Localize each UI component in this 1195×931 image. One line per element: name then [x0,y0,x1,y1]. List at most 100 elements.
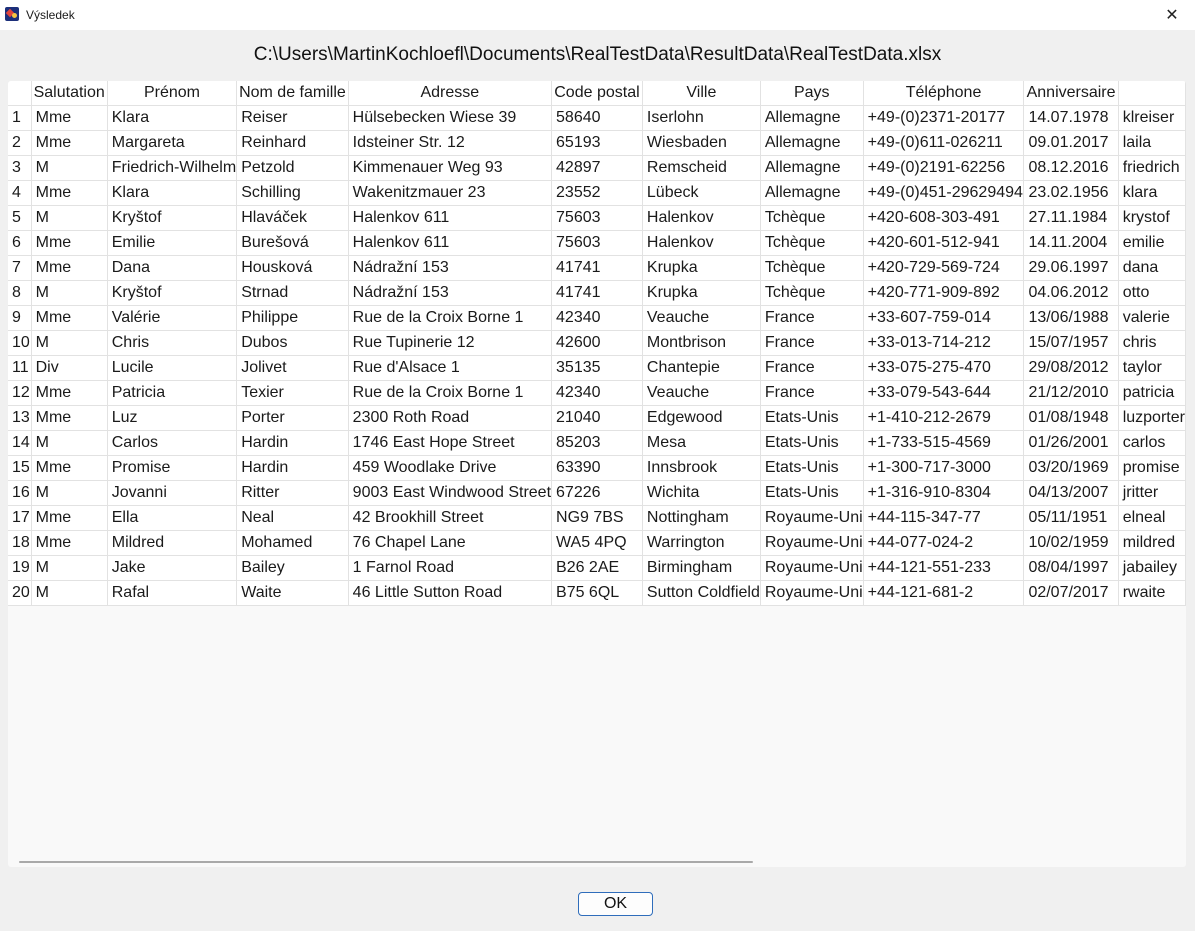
table-cell[interactable]: France [760,380,864,406]
table-cell[interactable]: Friedrich-Wilhelm [107,155,238,181]
table-cell[interactable]: Innsbrook [642,455,761,481]
column-header[interactable]: Adresse [348,81,553,106]
table-cell[interactable]: Allemagne [760,105,864,131]
table-cell[interactable]: 23.02.1956 [1023,180,1119,206]
table-cell[interactable]: +420-771-909-892 [863,280,1025,306]
table-cell[interactable]: Hardin [236,455,349,481]
table-cell[interactable]: +44-115-347-77 [863,505,1025,531]
column-header[interactable]: Anniversaire [1023,81,1119,106]
table-cell[interactable]: Wichita [642,480,761,506]
table-cell[interactable]: Royaume-Uni [760,505,864,531]
result-grid[interactable]: Salutation Prénom Nom de famille Adresse Cod… [8,81,1186,867]
table-cell[interactable]: Luz [107,405,238,431]
table-cell[interactable]: friedrich [1118,155,1186,181]
table-cell[interactable]: M [31,155,108,181]
table-cell[interactable]: 01/08/1948 [1023,405,1119,431]
table-cell[interactable]: Mme [31,180,108,206]
table-cell[interactable]: jabailey [1118,555,1186,581]
table-cell[interactable]: Petzold [236,155,349,181]
table-cell[interactable]: Nádražní 153 [348,280,553,306]
table-cell[interactable]: Nádražní 153 [348,255,553,281]
table-cell[interactable]: Ella [107,505,238,531]
table-cell[interactable]: krystof [1118,205,1186,231]
table-cell[interactable]: +1-410-212-2679 [863,405,1025,431]
table-cell[interactable]: rwaite [1118,580,1186,606]
table-cell[interactable]: 42 Brookhill Street [348,505,553,531]
table-cell[interactable]: Nottingham [642,505,761,531]
table-cell[interactable]: 02/07/2017 [1023,580,1119,606]
table-cell[interactable]: Royaume-Uni [760,530,864,556]
table-cell[interactable]: 04.06.2012 [1023,280,1119,306]
table-row[interactable]: 15 Mme Promise Hardin 459 Woodlake Drive 6339… [8,455,1186,481]
table-cell[interactable]: Dana [107,255,238,281]
table-cell[interactable]: Ritter [236,480,349,506]
column-header[interactable]: Téléphone [863,81,1025,106]
table-cell[interactable]: Veauche [642,380,761,406]
table-cell[interactable]: 9003 East Windwood Street [348,480,553,506]
table-cell[interactable]: Halenkov 611 [348,205,553,231]
table-cell[interactable]: 42340 [551,380,643,406]
table-cell[interactable]: Montbrison [642,330,761,356]
table-cell[interactable]: Warrington [642,530,761,556]
table-cell[interactable]: +420-608-303-491 [863,205,1025,231]
table-cell[interactable]: Jovanni [107,480,238,506]
table-cell[interactable]: 08/04/1997 [1023,555,1119,581]
table-cell[interactable]: Mesa [642,430,761,456]
table-cell[interactable]: chris [1118,330,1186,356]
table-cell[interactable]: 459 Woodlake Drive [348,455,553,481]
table-cell[interactable]: Promise [107,455,238,481]
table-cell[interactable]: Philippe [236,305,349,331]
table-cell[interactable]: +33-013-714-212 [863,330,1025,356]
table-cell[interactable]: France [760,305,864,331]
table-cell[interactable]: Margareta [107,130,238,156]
table-cell[interactable]: 42340 [551,305,643,331]
table-cell[interactable]: emilie [1118,230,1186,256]
horizontal-scrollbar[interactable] [19,861,753,863]
table-cell[interactable]: 04/13/2007 [1023,480,1119,506]
table-cell[interactable]: Jolivet [236,355,349,381]
table-cell[interactable]: 03/20/1969 [1023,455,1119,481]
table-cell[interactable]: 75603 [551,230,643,256]
table-cell[interactable]: +49-(0)2191-62256 [863,155,1025,181]
table-cell[interactable]: 42897 [551,155,643,181]
table-cell[interactable]: 05/11/1951 [1023,505,1119,531]
table-cell[interactable]: M [31,555,108,581]
table-cell[interactable]: M [31,330,108,356]
table-cell[interactable]: 27.11.1984 [1023,205,1119,231]
table-cell[interactable]: Veauche [642,305,761,331]
table-cell[interactable]: Rue Tupinerie 12 [348,330,553,356]
table-cell[interactable]: Texier [236,380,349,406]
table-cell[interactable]: elneal [1118,505,1186,531]
table-cell[interactable]: Mme [31,530,108,556]
table-row[interactable]: 16 M Jovanni Ritter 9003 East Windwood Stree… [8,480,1186,506]
table-cell[interactable]: Etats-Unis [760,430,864,456]
table-cell[interactable]: M [31,480,108,506]
column-header[interactable]: Nom de famille [236,81,349,106]
ok-button[interactable]: OK [578,892,653,916]
table-cell[interactable]: +49-(0)2371-20177 [863,105,1025,131]
table-cell[interactable]: Allemagne [760,130,864,156]
table-cell[interactable]: laila [1118,130,1186,156]
table-cell[interactable]: Klara [107,105,238,131]
table-cell[interactable]: 35135 [551,355,643,381]
table-cell[interactable]: carlos [1118,430,1186,456]
table-row[interactable]: 4 Mme Klara Schilling Wakenitzmauer 23 23552 L… [8,180,1186,206]
table-cell[interactable]: +49-(0)611-026211 [863,130,1025,156]
table-row[interactable]: 11 Div Lucile Jolivet Rue d'Alsace 1 35135 Cha… [8,355,1186,381]
table-cell[interactable]: +420-601-512-941 [863,230,1025,256]
table-cell[interactable]: 67226 [551,480,643,506]
column-header[interactable] [1118,81,1186,106]
table-cell[interactable]: mildred [1118,530,1186,556]
table-cell[interactable]: Halenkov 611 [348,230,553,256]
table-cell[interactable]: promise [1118,455,1186,481]
table-cell[interactable]: Kimmenauer Weg 93 [348,155,553,181]
table-row[interactable]: 8 M Kryštof Strnad Nádražní 153 41741 Krupka Tc… [8,280,1186,306]
table-cell[interactable]: Mme [31,380,108,406]
column-header[interactable]: Salutation [31,81,108,106]
table-cell[interactable]: 1 Farnol Road [348,555,553,581]
table-cell[interactable]: +33-607-759-014 [863,305,1025,331]
table-row[interactable]: 6 Mme Emilie Burešová Halenkov 611 75603 Halen… [8,230,1186,256]
table-row[interactable]: 19 M Jake Bailey 1 Farnol Road B26 2AE Birming… [8,555,1186,581]
table-cell[interactable]: Mme [31,130,108,156]
column-header[interactable]: Code postal [551,81,643,106]
